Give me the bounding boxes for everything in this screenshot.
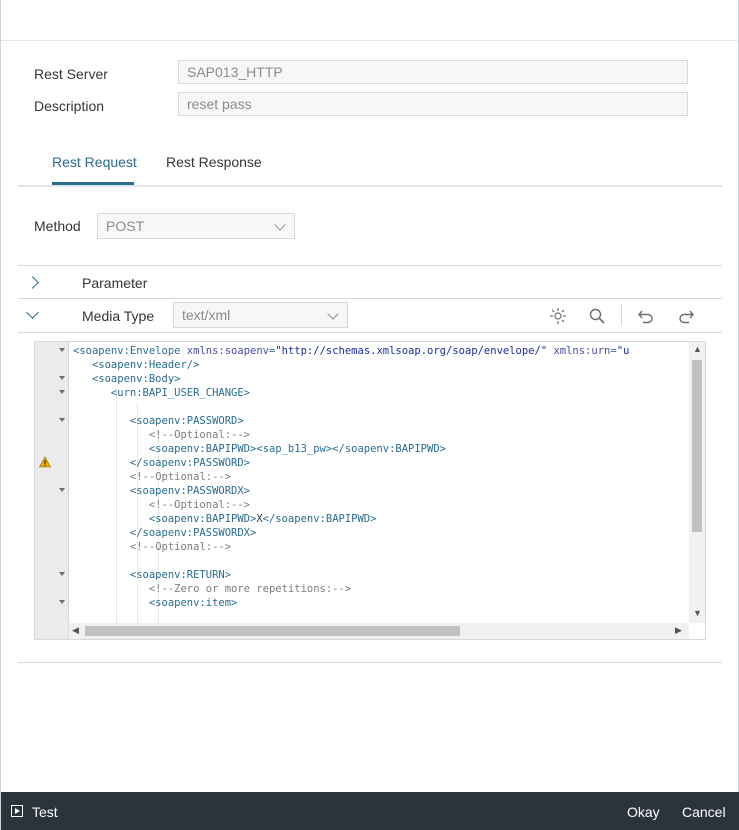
method-value: POST (106, 218, 145, 234)
code-line: <!--Optional:--> (129, 471, 232, 483)
code-line: <!--Optional:--> (148, 429, 251, 441)
code-line: <soapenv:PASSWORD> (73, 415, 244, 427)
code-line: <urn:BAPI_USER_CHANGE> (73, 387, 251, 399)
horizontal-scrollbar[interactable]: ◀ ▶ (69, 623, 689, 639)
rest-server-field[interactable]: SAP013_HTTP (178, 60, 688, 84)
dialog-footer: Test Okay Cancel (1, 792, 739, 830)
play-icon[interactable] (11, 805, 23, 817)
chevron-down-icon (327, 308, 339, 320)
code-line: <!--Optional:--> (148, 499, 251, 511)
code-line: </soapenv:PASSWORDX> (73, 527, 257, 539)
active-tab-indicator (52, 182, 134, 185)
code-line: <soapenv:Envelope xmlns:soapenv="http://… (73, 345, 630, 357)
fold-arrow-icon[interactable] (59, 348, 65, 352)
method-select[interactable]: POST (97, 213, 295, 239)
cancel-button[interactable]: Cancel (682, 804, 726, 820)
code-line: <soapenv:PASSWORDX> (73, 485, 251, 497)
code-line: <soapenv:item> (73, 597, 238, 609)
code-line: <soapenv:BAPIPWD><sap_b13_pw></soapenv:B… (73, 443, 446, 455)
parameter-title: Parameter (82, 275, 148, 291)
chevron-down-icon[interactable] (26, 306, 39, 319)
code-line: <soapenv:RETURN> (73, 569, 232, 581)
dialog-header (1, 0, 738, 41)
scroll-down-icon[interactable]: ▼ (693, 608, 702, 618)
tab-rest-request[interactable]: Rest Request (52, 154, 137, 170)
fold-arrow-icon[interactable] (59, 572, 65, 576)
toolbar-separator (621, 304, 622, 326)
undo-icon[interactable] (636, 306, 656, 326)
okay-button[interactable]: Okay (627, 804, 660, 820)
tab-bar: Rest Request Rest Response (18, 140, 722, 187)
test-button[interactable]: Test (32, 804, 58, 820)
code-line: <soapenv:BAPIPWD>X</soapenv:BAPIPWD> (73, 513, 377, 525)
content-divider (18, 662, 722, 663)
chevron-down-icon (274, 219, 286, 231)
parameter-section[interactable]: Parameter (18, 265, 722, 299)
method-label: Method (34, 218, 81, 234)
code-line: </soapenv:PASSWORD> (73, 457, 251, 469)
vertical-scrollbar[interactable]: ▲ ▼ (689, 342, 705, 623)
code-line: <!--Zero or more repetitions:--> (148, 583, 352, 595)
description-label: Description (34, 98, 105, 114)
fold-arrow-icon[interactable] (59, 600, 65, 604)
scroll-left-icon[interactable]: ◀ (72, 625, 79, 636)
rest-server-label: Rest Server (34, 66, 108, 82)
redo-icon[interactable] (676, 306, 696, 326)
xml-editor[interactable]: <soapenv:Envelope xmlns:soapenv="http://… (34, 341, 706, 640)
scroll-up-icon[interactable]: ▲ (693, 344, 702, 354)
tab-rest-response[interactable]: Rest Response (166, 154, 262, 170)
warning-icon (38, 455, 52, 468)
vertical-scroll-thumb[interactable] (692, 360, 702, 532)
scroll-right-icon[interactable]: ▶ (675, 625, 682, 636)
code-line: <soapenv:Body> (73, 373, 181, 385)
description-field[interactable]: reset pass (178, 92, 688, 116)
media-type-label: Media Type (82, 308, 155, 324)
fold-arrow-icon[interactable] (59, 418, 65, 422)
media-type-select[interactable]: text/xml (173, 302, 348, 328)
dialog: Rest Server SAP013_HTTP Description rese… (0, 0, 739, 830)
code-line: <soapenv:Header/> (73, 359, 200, 371)
chevron-right-icon[interactable] (26, 276, 39, 289)
media-type-section: Media Type (18, 298, 722, 333)
fold-arrow-icon[interactable] (59, 488, 65, 492)
code-line: <!--Optional:--> (129, 541, 232, 553)
editor-code[interactable]: <soapenv:Envelope xmlns:soapenv="http://… (73, 344, 689, 624)
fold-arrow-icon[interactable] (59, 376, 65, 380)
fold-arrow-icon[interactable] (59, 390, 65, 394)
media-type-value: text/xml (182, 307, 231, 323)
horizontal-scroll-thumb[interactable] (85, 626, 460, 636)
format-icon[interactable] (548, 306, 568, 326)
search-icon[interactable] (587, 306, 607, 326)
editor-gutter (35, 342, 69, 639)
